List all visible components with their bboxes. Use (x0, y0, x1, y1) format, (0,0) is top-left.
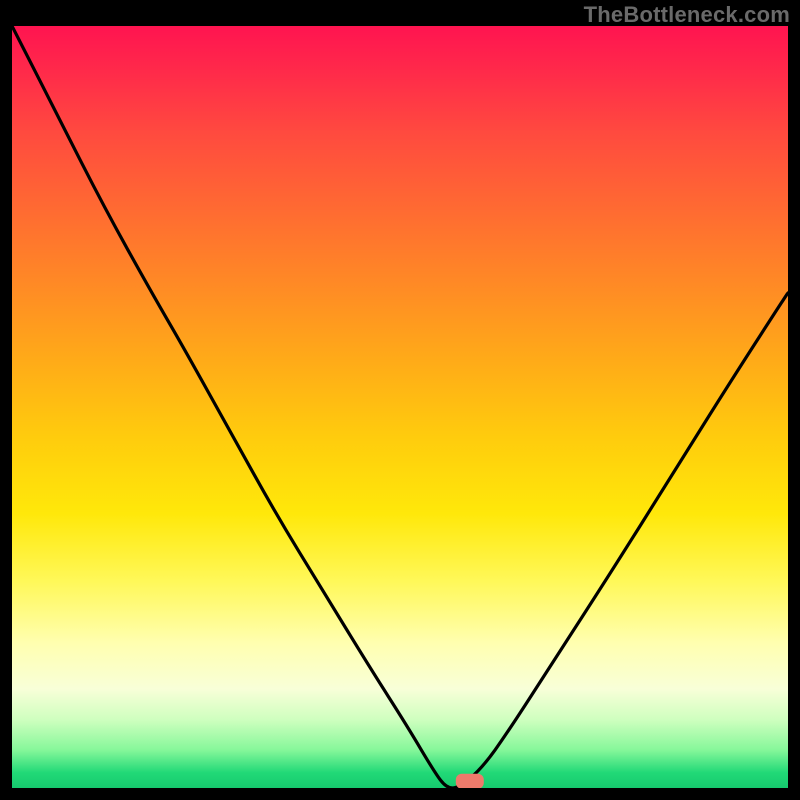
watermark-text: TheBottleneck.com (584, 2, 790, 28)
curve-layer (12, 26, 788, 788)
minimum-marker (456, 774, 484, 788)
bottleneck-curve (12, 26, 788, 788)
chart-frame: TheBottleneck.com (0, 0, 800, 800)
plot-area (12, 26, 788, 788)
